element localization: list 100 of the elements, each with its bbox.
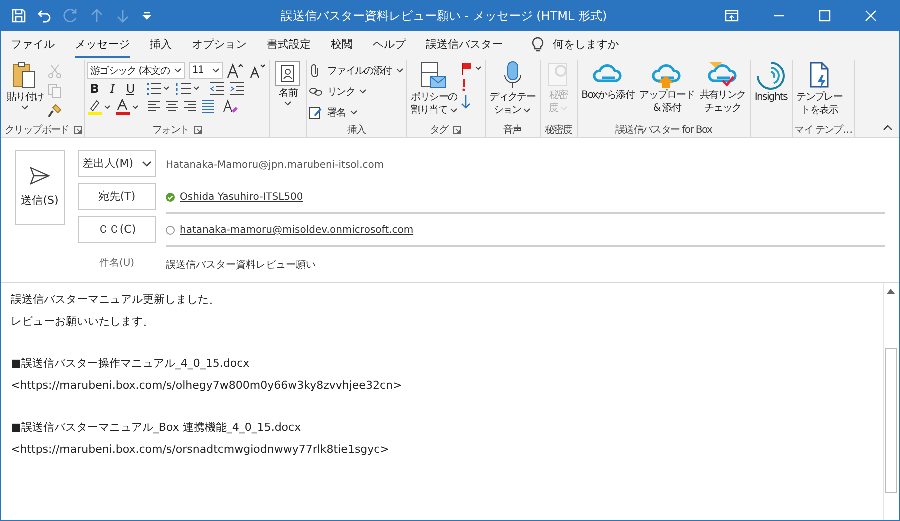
address-book-icon [275,61,302,87]
low-importance-icon[interactable] [460,94,471,110]
link-button[interactable]: リンク [309,83,368,101]
ribbon-display-icon[interactable] [725,10,739,22]
subject-field[interactable]: 誤送信バスター資料レビュー願い [166,258,316,272]
cloud-icon [708,61,738,89]
link-icon [309,85,324,99]
body-text-line: ■誤送信バスターマニュアル_Box 連携機能_4_0_15.docx [11,420,302,436]
italic-button[interactable]: I [105,82,120,96]
from-address: Hatanaka-Mamoru@jpn.marubeni-itsol.com [166,160,384,171]
customize-icon[interactable] [141,10,153,22]
lightbulb-icon[interactable] [531,36,545,52]
scroll-up-icon[interactable] [887,289,895,294]
signature-icon [309,106,324,120]
view-templates-button[interactable]: テンプレー トを表示 [794,60,845,118]
paper-plane-icon [30,167,50,185]
ribbon-tab[interactable]: 校閲 [331,32,353,58]
font-size-dropdown[interactable]: 11 [189,62,224,79]
ribbon-tab[interactable]: ヘルプ [373,32,406,58]
ribbon-tab[interactable]: 挿入 [150,32,172,58]
group-label: フォント [152,124,190,136]
bold-button[interactable]: B [87,82,102,96]
caret-icon [450,108,458,114]
caret-icon [21,105,30,111]
scroll-thumb[interactable] [885,348,897,493]
caret-icon [212,68,220,74]
upload-attach-button[interactable]: アップロード & 添付 [638,60,697,116]
cc-button[interactable]: ＣＣ(C) [78,216,156,243]
dialog-launcher-icon[interactable] [74,126,82,134]
group-label: タグ [430,124,448,136]
format-painter-icon[interactable] [46,103,63,119]
save-icon[interactable] [11,8,27,24]
attach-file-button[interactable]: ファイルの添付 [309,62,404,80]
dictate-button[interactable]: ディクテー ション [488,60,538,118]
increase-indent-icon[interactable] [229,82,246,96]
body-text-line: <https://marubeni.box.com/s/orsnadtcmwgiodnwwy77rlk8tie1sgyc> [11,442,390,458]
cc-field[interactable]: hatanaka-mamoru@misoldev.onmicrosoft.com [166,216,885,247]
caret-icon [560,106,568,112]
send-button[interactable]: 送信(S) [15,150,65,225]
names-button[interactable]: 名前 [272,60,304,108]
dialog-launcher-icon[interactable] [453,126,462,134]
shared-link-check-button[interactable]: 共有リンク チェック [698,60,748,116]
grow-font-icon[interactable] [227,62,246,78]
group-label: 秘密度 [544,124,572,136]
body-text-line: レビューお願いいたします。 [11,314,155,330]
group-label: クリップボード [5,124,70,136]
ribbon-tab[interactable]: オプション [192,32,247,58]
caret-icon [396,68,404,74]
to-field[interactable]: Oshida Yasuhiro-ITSL500 [166,183,885,214]
scrollbar[interactable] [883,283,898,520]
from-button[interactable]: 差出人(M) [78,150,156,177]
font-color-icon[interactable] [115,99,140,115]
body-text-line: <https://marubeni.box.com/s/olhegy7w800m0y66w3ky8zvvhjee32cn> [11,378,404,394]
align-right-icon[interactable] [183,100,198,114]
recipient-link[interactable]: Oshida Yasuhiro-ITSL500 [180,192,304,203]
caret-icon [359,89,368,95]
maximize-icon[interactable] [819,10,831,22]
paste-button[interactable]: 貼り付け [5,60,46,112]
ribbon-tab[interactable]: ファイル [11,32,55,58]
bullets-icon[interactable] [145,82,172,96]
assign-policy-button[interactable]: ポリシーの 割り当て [408,60,460,118]
flag-icon[interactable] [460,62,483,76]
collapse-ribbon-icon[interactable] [883,125,893,131]
signature-button[interactable]: 署名 [309,104,358,122]
microphone-icon [502,61,523,91]
align-center-icon[interactable] [165,100,180,114]
template-document-icon [808,61,832,91]
distribute-icon[interactable] [201,100,216,114]
undo-icon[interactable] [37,8,53,24]
caret-icon [142,160,152,166]
body-text-line: ■誤送信バスター操作マニュアル_4_0_15.docx [11,356,251,372]
insights-button[interactable]: Insights [752,60,790,105]
caret-icon [284,101,292,107]
attach-from-box-button[interactable]: Boxから添付 [580,60,637,103]
decrease-indent-icon[interactable] [209,82,226,96]
cabinet-mail-icon [420,61,448,91]
shrink-font-icon[interactable] [249,62,268,78]
align-left-icon[interactable] [147,100,162,114]
window-title: 誤送信バスター資料レビュー願い - メッセージ (HTML 形式) [280,8,608,24]
caret-icon [174,68,182,74]
ribbon-tab[interactable]: 誤送信バスター [426,32,503,58]
dialog-launcher-icon[interactable] [194,126,202,134]
clear-formatting-icon[interactable] [223,99,240,115]
numbering-icon[interactable] [175,82,202,96]
ribbon-tab[interactable]: 書式設定 [267,32,311,58]
underline-button[interactable]: U [123,82,138,96]
group-label: 音声 [503,124,522,136]
highlight-icon[interactable] [87,99,112,115]
tell-me-field[interactable]: 何をしますか [553,37,619,52]
group-label: 挿入 [347,124,366,136]
recipient-link[interactable]: hatanaka-mamoru@misoldev.onmicrosoft.com [180,225,414,236]
high-importance-icon[interactable] [460,78,467,92]
caret-icon [523,108,532,114]
caret-icon [350,110,358,116]
insights-icon [756,61,786,91]
font-name-dropdown[interactable]: 游ゴシック (本文の [87,62,186,79]
to-button[interactable]: 宛先(T) [78,183,156,210]
close-icon[interactable] [865,10,877,22]
body-text-line: 誤送信バスターマニュアル更新しました。 [11,292,221,308]
group-label: 誤送信バスター for Box [615,124,712,136]
